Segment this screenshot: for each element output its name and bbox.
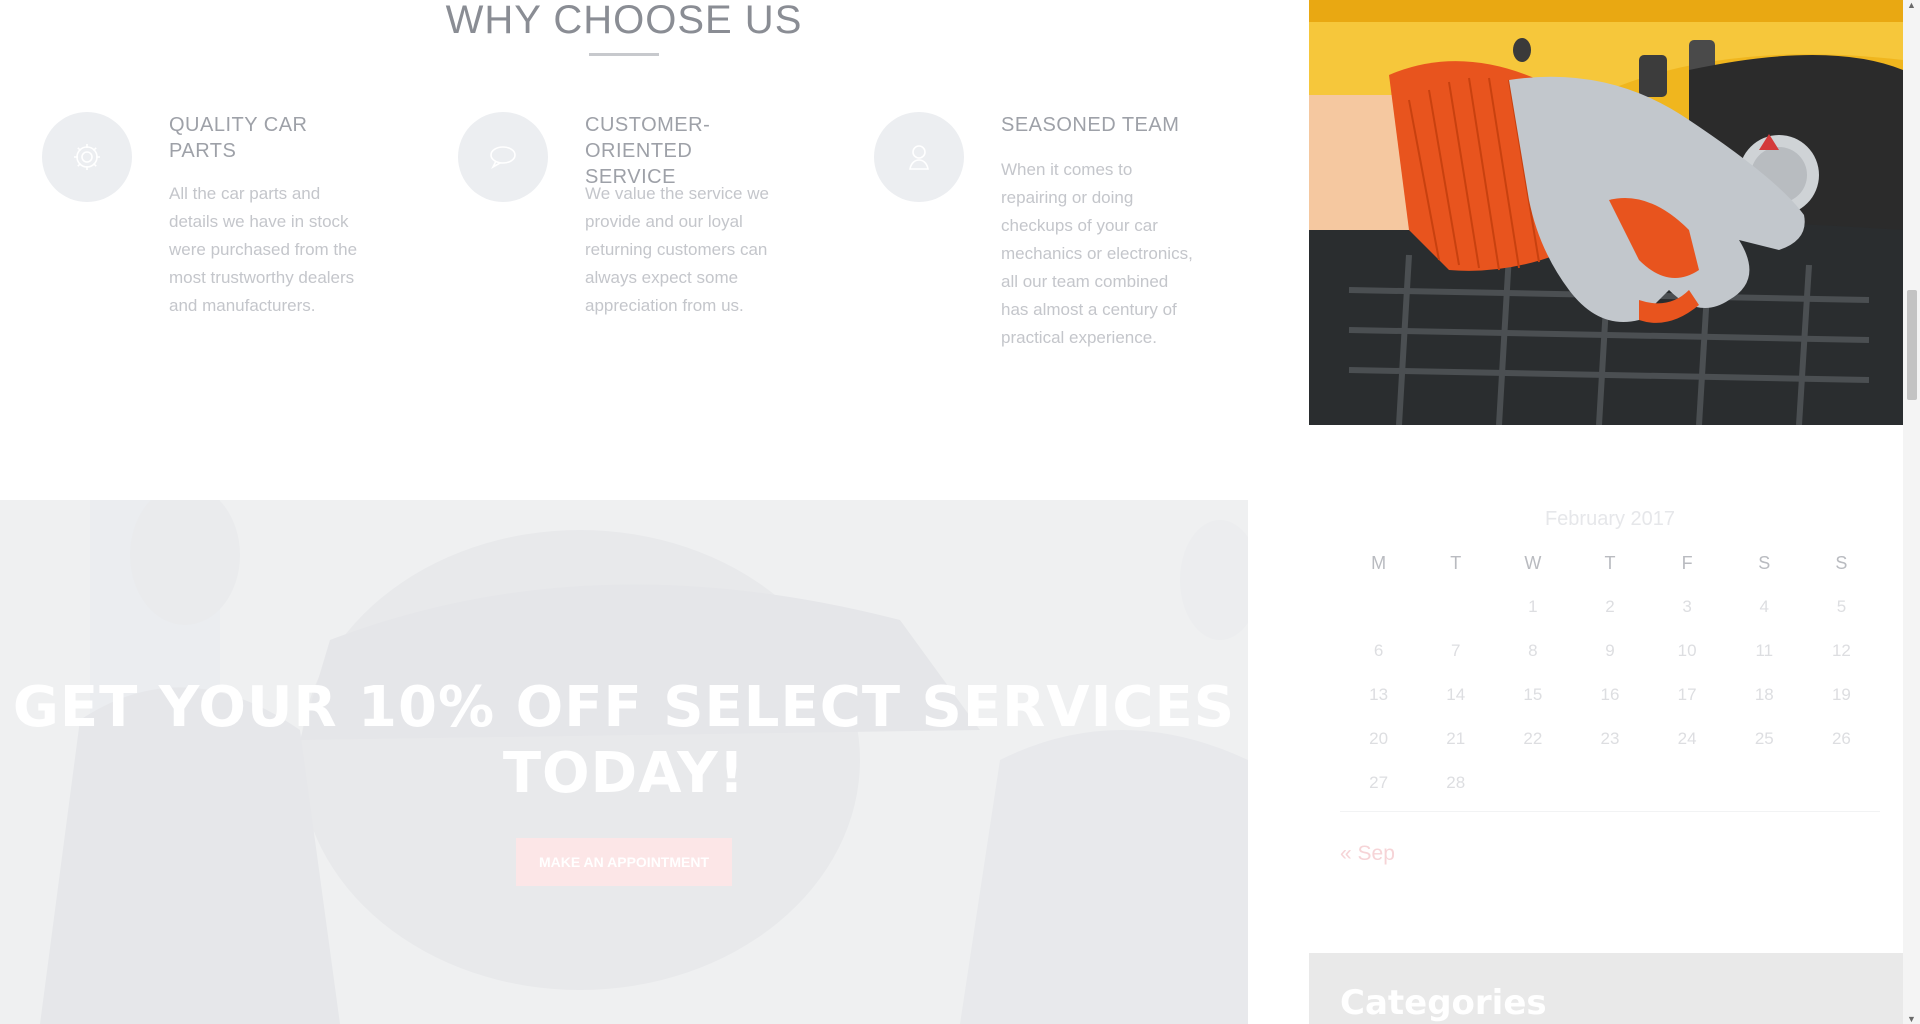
calendar-day: 18 [1754, 685, 1774, 704]
scroll-down-arrow-icon[interactable]: ▼ [1906, 1014, 1917, 1024]
calendar-day: 17 [1677, 685, 1697, 704]
calendar-day: 13 [1369, 685, 1389, 704]
calendar-table: M T W T F S S 1 2 3 4 5 6 7 8 9 10 11 12… [1340, 541, 1880, 805]
calendar-day [1494, 761, 1571, 805]
calendar-day: 12 [1831, 641, 1851, 660]
calendar-day: 26 [1831, 729, 1851, 748]
weekday-header: S [1835, 552, 1848, 573]
feature-description: When it comes to repairing or doing chec… [1001, 160, 1193, 347]
calendar-week-row: 20 21 22 23 24 25 26 [1340, 717, 1880, 761]
weekday-header: T [1604, 552, 1616, 573]
calendar-divider [1340, 811, 1880, 812]
weekday-header: M [1371, 552, 1387, 573]
weekday-header: T [1450, 552, 1462, 573]
calendar-week-row: 13 14 15 16 17 18 19 [1340, 673, 1880, 717]
calendar-week-row: 27 28 [1340, 761, 1880, 805]
calendar-day [1803, 761, 1880, 805]
categories-widget: Categories [1309, 953, 1903, 1024]
feature-title: CUSTOMER-ORIENTED SERVICE [585, 114, 711, 188]
scrollbar-thumb[interactable] [1907, 290, 1917, 400]
calendar-day: 24 [1677, 729, 1697, 748]
calendar-day: 23 [1600, 729, 1620, 748]
calendar-prev-month-link[interactable]: « Sep [1340, 842, 1395, 866]
sidebar-photo-gloved-hand [1309, 0, 1903, 425]
promo-banner: GET YOUR 10% OFF SELECT SERVICES TODAY! … [0, 500, 1248, 1024]
calendar-day: 1 [1528, 597, 1538, 616]
calendar-day: 20 [1369, 729, 1389, 748]
calendar-day: 27 [1369, 773, 1389, 792]
photo-art [1309, 0, 1903, 425]
calendar-day: 11 [1755, 641, 1774, 660]
scroll-up-arrow-icon[interactable]: ▲ [1906, 0, 1917, 10]
calendar-day: 9 [1605, 641, 1615, 660]
feature-icon-circle [42, 112, 132, 202]
calendar-day: 10 [1677, 641, 1697, 660]
calendar-day: 2 [1605, 597, 1615, 616]
calendar-weekday-row: M T W T F S S [1340, 541, 1880, 585]
calendar-day: 25 [1754, 729, 1774, 748]
title-underline [589, 53, 659, 56]
calendar-day: 22 [1523, 729, 1543, 748]
section-title: WHY CHOOSE US [445, 0, 803, 42]
calendar-day: 28 [1446, 773, 1466, 792]
weekday-header: F [1681, 552, 1693, 573]
calendar-day: 3 [1682, 597, 1692, 616]
calendar-week-row: 1 2 3 4 5 [1340, 585, 1880, 629]
speech-bubble-icon [490, 146, 516, 170]
calendar-day: 5 [1836, 597, 1847, 616]
calendar-day [1649, 761, 1726, 805]
calendar-day [1726, 761, 1803, 805]
promo-title: GET YOUR 10% OFF SELECT SERVICES TODAY! [12, 675, 1236, 806]
calendar-day: 7 [1450, 641, 1461, 660]
feature-title: QUALITY CAR PARTS [169, 114, 308, 162]
calendar-day: 16 [1600, 685, 1620, 704]
calendar-week-row: 6 7 8 9 10 11 12 [1340, 629, 1880, 673]
feature-description: All the car parts and details we have in… [169, 184, 358, 315]
feature-title: SEASONED TEAM [1001, 114, 1180, 136]
calendar-day: 4 [1759, 597, 1769, 616]
feature-description: We value the service we provide and our … [585, 184, 769, 315]
calendar-day: 14 [1446, 685, 1466, 704]
weekday-header: W [1524, 552, 1542, 573]
page-scrollbar[interactable]: ▲ ▼ [1903, 0, 1920, 1024]
calendar-day [1571, 761, 1648, 805]
calendar-day: 8 [1528, 641, 1538, 660]
make-appointment-button[interactable]: MAKE AN APPOINTMENT [516, 838, 732, 886]
categories-title: Categories [1340, 983, 1547, 1023]
weekday-header: S [1758, 552, 1771, 573]
gear-icon [74, 144, 100, 170]
feature-icon-circle [458, 112, 548, 202]
calendar-caption: February 2017 [1544, 508, 1676, 530]
calendar-day [1340, 585, 1417, 629]
calendar-day: 19 [1831, 685, 1851, 704]
calendar-day: 15 [1523, 685, 1543, 704]
person-icon [909, 145, 929, 170]
calendar-widget: February 2017 M T W T F S S 1 2 3 4 5 6 … [1340, 508, 1880, 812]
feature-icon-circle [874, 112, 964, 202]
calendar-day: 6 [1373, 641, 1384, 660]
calendar-day: 21 [1446, 729, 1466, 748]
calendar-day [1417, 585, 1494, 629]
